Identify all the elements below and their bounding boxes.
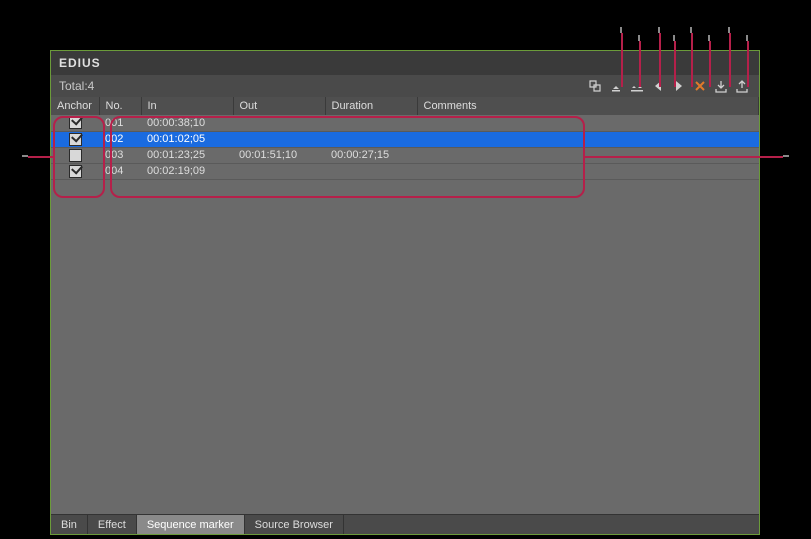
toggle-marker-icon[interactable] — [586, 77, 604, 95]
cell-out — [233, 163, 325, 179]
cell-out — [233, 115, 325, 131]
annotation-tick — [658, 27, 660, 33]
cell-in: 00:00:38;10 — [141, 115, 233, 131]
table-row[interactable]: 00200:01:02;05 — [51, 131, 759, 147]
cell-comments — [417, 163, 759, 179]
table-row[interactable]: 00400:02:19;09 — [51, 163, 759, 179]
header-row: Anchor No. In Out Duration Comments — [51, 97, 759, 115]
anchor-checkbox[interactable] — [69, 133, 82, 146]
toolbar — [586, 77, 751, 95]
annotation-tick — [728, 27, 730, 33]
col-comments[interactable]: Comments — [417, 97, 759, 115]
import-icon[interactable] — [712, 77, 730, 95]
tab-source-browser[interactable]: Source Browser — [245, 515, 344, 534]
col-in[interactable]: In — [141, 97, 233, 115]
anchor-checkbox[interactable] — [69, 165, 82, 178]
cell-no: 001 — [99, 115, 141, 131]
export-icon[interactable] — [733, 77, 751, 95]
cell-in: 00:01:23;25 — [141, 147, 233, 163]
delete-icon[interactable] — [691, 77, 709, 95]
col-anchor[interactable]: Anchor — [51, 97, 99, 115]
annotation-tick — [708, 35, 710, 41]
cell-duration — [325, 163, 417, 179]
tab-sequence-marker[interactable]: Sequence marker — [137, 515, 245, 534]
set-inout-marker-icon[interactable] — [628, 77, 646, 95]
total-label: Total:4 — [59, 79, 94, 93]
annotation-tick — [783, 155, 789, 157]
anchor-checkbox[interactable] — [69, 116, 82, 129]
cell-out — [233, 131, 325, 147]
annotation-tick — [690, 27, 692, 33]
cell-duration — [325, 115, 417, 131]
tabbar: BinEffectSequence markerSource Browser — [51, 514, 759, 534]
marker-list[interactable]: Anchor No. In Out Duration Comments 0010… — [51, 97, 759, 514]
cell-in: 00:02:19;09 — [141, 163, 233, 179]
annotation-tick — [746, 35, 748, 41]
cell-comments — [417, 115, 759, 131]
cell-no: 002 — [99, 131, 141, 147]
annotation-tick — [673, 35, 675, 41]
cell-comments — [417, 131, 759, 147]
cell-out: 00:01:51;10 — [233, 147, 325, 163]
col-no[interactable]: No. — [99, 97, 141, 115]
cell-no: 003 — [99, 147, 141, 163]
topbar: Total:4 — [51, 75, 759, 97]
table-row[interactable]: 00100:00:38;10 — [51, 115, 759, 131]
anchor-checkbox[interactable] — [69, 149, 82, 162]
app-title: EDIUS — [59, 56, 101, 70]
cell-duration: 00:00:27;15 — [325, 147, 417, 163]
annotation-tick — [620, 27, 622, 33]
tab-effect[interactable]: Effect — [88, 515, 137, 534]
cell-comments — [417, 147, 759, 163]
annotation-tick — [22, 155, 28, 157]
titlebar: EDIUS — [51, 51, 759, 75]
cell-duration — [325, 131, 417, 147]
cell-no: 004 — [99, 163, 141, 179]
annotation-tick — [638, 35, 640, 41]
col-duration[interactable]: Duration — [325, 97, 417, 115]
set-marker-icon[interactable] — [607, 77, 625, 95]
marker-panel-window: EDIUS Total:4 — [50, 50, 760, 535]
prev-icon[interactable] — [649, 77, 667, 95]
col-out[interactable]: Out — [233, 97, 325, 115]
next-icon[interactable] — [670, 77, 688, 95]
table-row[interactable]: 00300:01:23;2500:01:51;1000:00:27;15 — [51, 147, 759, 163]
tab-bin[interactable]: Bin — [51, 515, 88, 534]
cell-in: 00:01:02;05 — [141, 131, 233, 147]
